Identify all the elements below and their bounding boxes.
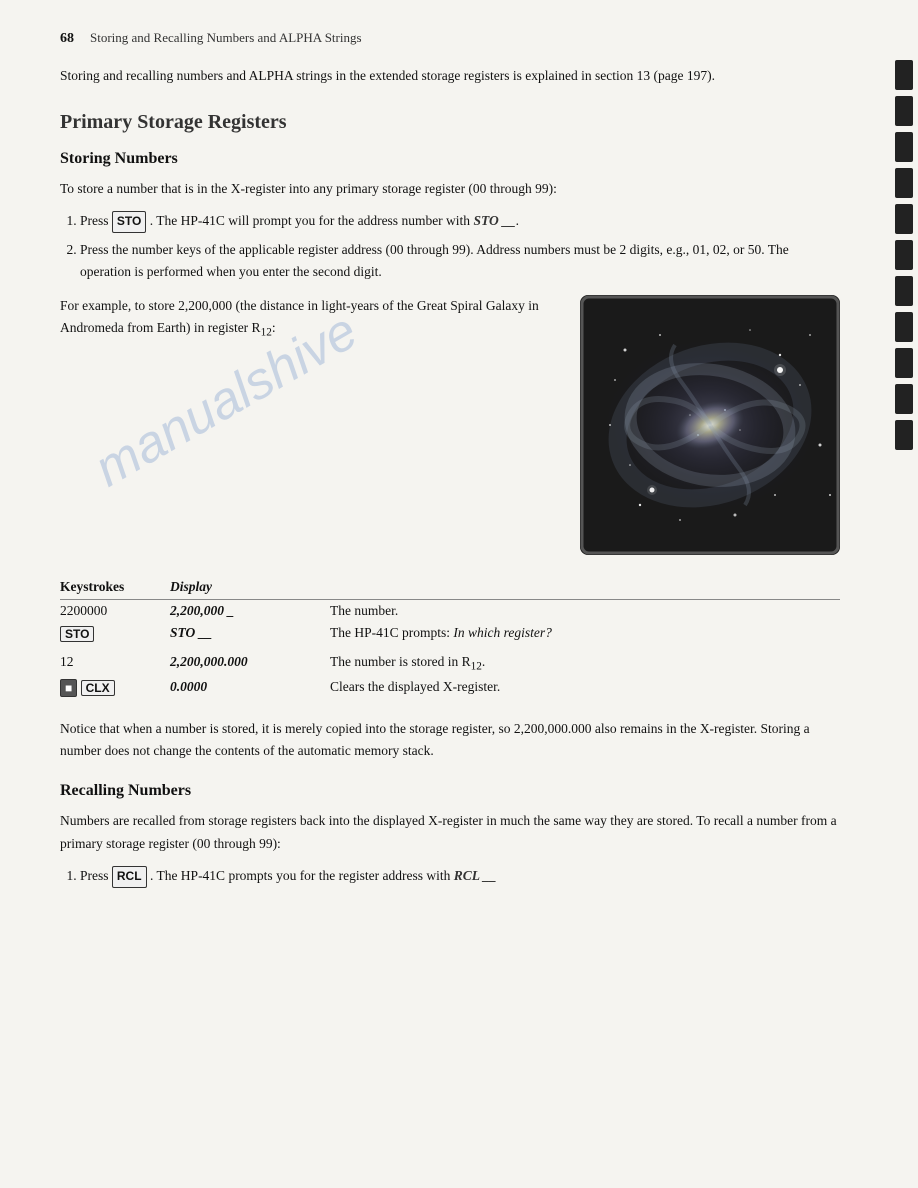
storing-intro: To store a number that is in the X-regis… bbox=[60, 178, 840, 200]
display-header: Display bbox=[170, 575, 330, 600]
step-1: Press STO . The HP-41C will prompt you f… bbox=[80, 210, 840, 233]
tab-mark bbox=[895, 348, 913, 378]
gold-key: ■ bbox=[60, 679, 77, 697]
step2-text: Press the number keys of the applicable … bbox=[80, 242, 789, 279]
sto-display: STO bbox=[473, 213, 498, 228]
galaxy-svg bbox=[580, 295, 840, 555]
table-row: 12 2,200,000.000 The number is stored in… bbox=[60, 651, 840, 676]
tab-mark bbox=[895, 132, 913, 162]
rcl-key: RCL bbox=[112, 866, 147, 888]
example-text: For example, to store 2,200,000 (the dis… bbox=[60, 298, 539, 335]
tab-mark bbox=[895, 168, 913, 198]
desc-cell: The number is stored in R12. bbox=[330, 651, 840, 676]
tab-mark bbox=[895, 420, 913, 450]
desc-header bbox=[330, 575, 840, 600]
main-content: 68 Storing and Recalling Numbers and ALP… bbox=[0, 0, 890, 1188]
recall-after: . The HP-41C prompts you for the registe… bbox=[150, 868, 496, 883]
recall-step-1: Press RCL . The HP-41C prompts you for t… bbox=[80, 865, 840, 888]
keystroke-header: Keystrokes bbox=[60, 575, 170, 600]
recalling-section: Recalling Numbers Numbers are recalled f… bbox=[60, 782, 840, 887]
step1-press: Press bbox=[80, 213, 112, 228]
clx-key: CLX bbox=[81, 680, 115, 696]
keystroke-cell: ■ CLX bbox=[60, 676, 170, 700]
galaxy-image bbox=[580, 295, 840, 555]
display-cell: STO __ bbox=[170, 622, 330, 645]
desc-cell: The number. bbox=[330, 600, 840, 623]
keystroke-cell: STO bbox=[60, 622, 170, 645]
example-text-col: For example, to store 2,200,000 (the dis… bbox=[60, 295, 560, 343]
steps-list: Press STO . The HP-41C will prompt you f… bbox=[80, 210, 840, 283]
section-title: Primary Storage Registers bbox=[60, 111, 840, 134]
tab-mark bbox=[895, 204, 913, 234]
recalling-steps: Press RCL . The HP-41C prompts you for t… bbox=[80, 865, 840, 888]
display-cell: 0.0000 bbox=[170, 676, 330, 700]
page-header: 68 Storing and Recalling Numbers and ALP… bbox=[60, 30, 840, 47]
desc-cell: The HP-41C prompts: In which register? bbox=[330, 622, 840, 645]
keystrokes-table: Keystrokes Display 2200000 2,200,000 _ T… bbox=[60, 575, 840, 700]
intro-paragraph: Storing and recalling numbers and ALPHA … bbox=[60, 65, 840, 87]
table-header-row: Keystrokes Display bbox=[60, 575, 840, 600]
sto-key-table: STO bbox=[60, 626, 94, 642]
page: 68 Storing and Recalling Numbers and ALP… bbox=[0, 0, 918, 1188]
table-row: ■ CLX 0.0000 Clears the displayed X-regi… bbox=[60, 676, 840, 700]
step1-after: . The HP-41C will prompt you for the add… bbox=[150, 213, 519, 228]
keystroke-cell: 12 bbox=[60, 651, 170, 676]
notice-paragraph: Notice that when a number is stored, it … bbox=[60, 718, 840, 763]
desc-cell: Clears the displayed X-register. bbox=[330, 676, 840, 700]
recalling-title: Recalling Numbers bbox=[60, 782, 840, 800]
tab-mark bbox=[895, 96, 913, 126]
right-tabs bbox=[890, 0, 918, 1188]
r12-sub: 12 bbox=[261, 327, 272, 339]
example-paragraph: For example, to store 2,200,000 (the dis… bbox=[60, 295, 560, 343]
tab-mark bbox=[895, 60, 913, 90]
step-2: Press the number keys of the applicable … bbox=[80, 239, 840, 284]
tab-mark bbox=[895, 276, 913, 306]
table-row: 2200000 2,200,000 _ The number. bbox=[60, 600, 840, 623]
page-number: 68 bbox=[60, 31, 74, 47]
page-header-title: Storing and Recalling Numbers and ALPHA … bbox=[90, 30, 362, 46]
rcl-display: RCL __ bbox=[454, 868, 497, 883]
storing-numbers-title: Storing Numbers bbox=[60, 150, 840, 168]
keystroke-cell: 2200000 bbox=[60, 600, 170, 623]
recalling-intro: Numbers are recalled from storage regist… bbox=[60, 810, 840, 855]
recall-press: Press bbox=[80, 868, 112, 883]
display-cell: 2,200,000.000 bbox=[170, 651, 330, 676]
sto-dashes: __ bbox=[499, 213, 516, 228]
sto-key: STO bbox=[112, 211, 146, 233]
example-section: For example, to store 2,200,000 (the dis… bbox=[60, 295, 840, 555]
tab-mark bbox=[895, 384, 913, 414]
tab-mark bbox=[895, 240, 913, 270]
tab-mark bbox=[895, 312, 913, 342]
table-row: STO STO __ The HP-41C prompts: In which … bbox=[60, 622, 840, 645]
display-cell: 2,200,000 _ bbox=[170, 600, 330, 623]
